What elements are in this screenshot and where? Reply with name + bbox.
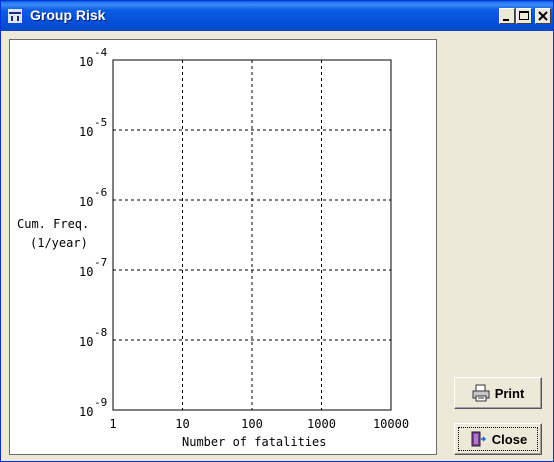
y-tick-exponent: -5 bbox=[94, 116, 107, 129]
y-tick-exponent: -8 bbox=[94, 326, 107, 339]
y-tick-label: 10 bbox=[79, 265, 93, 279]
printer-icon bbox=[472, 384, 490, 402]
close-button-label: Close bbox=[491, 431, 528, 447]
close-icon bbox=[538, 11, 548, 21]
print-button[interactable]: Print bbox=[454, 377, 542, 409]
y-tick-label: 10 bbox=[79, 125, 93, 139]
y-tick-label: 10 bbox=[79, 405, 93, 419]
x-tick-label: 1000 bbox=[307, 417, 336, 431]
y-tick-label: 10 bbox=[79, 335, 93, 349]
x-tick-label: 100 bbox=[241, 417, 263, 431]
group-risk-chart: 1 10 100 1000 10000 10-410-510-610-710-810-9… bbox=[17, 46, 409, 449]
plot-panel: 1 10 100 1000 10000 10 -4 10 -5 10 -6 10 -7 10 -8 10 -9… bbox=[9, 39, 437, 455]
maximize-icon bbox=[519, 11, 529, 20]
window-title: Group Risk bbox=[30, 7, 106, 23]
y-tick-label: 10 bbox=[79, 195, 93, 209]
minimize-icon bbox=[503, 19, 509, 21]
x-tick-label: 1 bbox=[109, 417, 116, 431]
group-risk-window: Group Risk 1 10 100 1000 10000 10 -4 10 -5 10 -6 1… bbox=[0, 0, 554, 462]
maximize-button[interactable] bbox=[516, 8, 532, 24]
y-tick-exponent: -9 bbox=[94, 396, 107, 409]
y-tick-label: 10 bbox=[79, 55, 93, 69]
y-tick-exponent: -7 bbox=[94, 256, 107, 269]
x-tick-label: 10 bbox=[175, 417, 189, 431]
close-window-button[interactable] bbox=[535, 8, 551, 24]
y-tick-exponent: -4 bbox=[94, 46, 108, 59]
minimize-button[interactable] bbox=[499, 8, 515, 24]
y-axis-label-line2: (1/year) bbox=[30, 236, 88, 250]
close-button[interactable]: Close bbox=[454, 423, 542, 455]
x-axis-label: Number of fatalities bbox=[182, 435, 327, 449]
app-icon bbox=[8, 9, 22, 23]
print-button-label: Print bbox=[494, 385, 525, 401]
y-axis-label-line1: Cum. Freq. bbox=[17, 217, 89, 231]
exit-door-icon bbox=[471, 431, 486, 447]
title-bar[interactable]: Group Risk bbox=[1, 1, 553, 31]
x-tick-label: 10000 bbox=[373, 417, 409, 431]
y-tick-exponent: -6 bbox=[94, 186, 107, 199]
